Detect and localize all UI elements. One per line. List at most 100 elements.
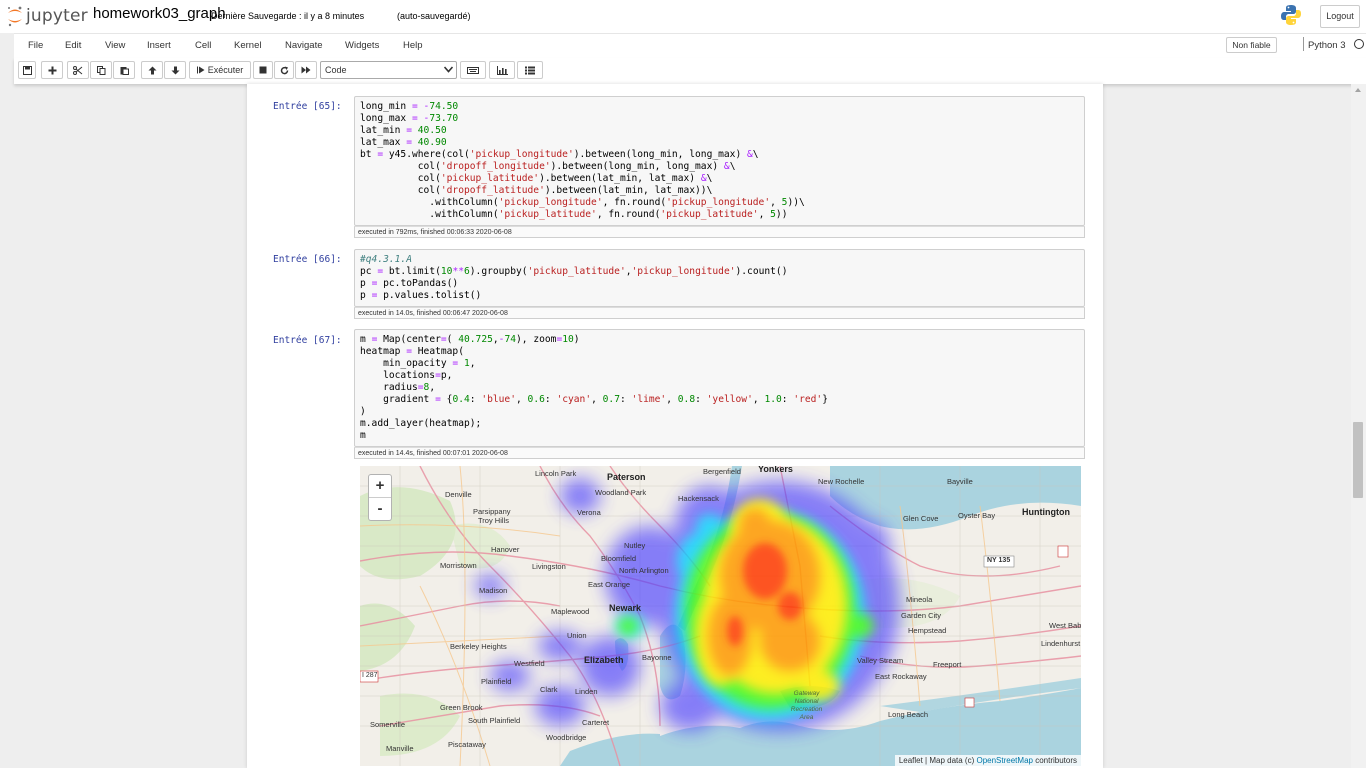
copy-button[interactable] <box>90 61 112 79</box>
autosave-status: (auto-sauvegardé) <box>397 11 471 21</box>
checkpoint-status: Dernière Sauvegarde : il y a 8 minutes <box>211 11 365 21</box>
map-label: Morristown <box>440 561 477 570</box>
menu-cell[interactable]: Cell <box>195 40 211 51</box>
map-label: Carteret <box>582 718 610 727</box>
map-label: Garden City <box>901 611 942 620</box>
map-label: Livingston <box>532 562 566 571</box>
jupyter-logo[interactable]: jupyter <box>6 4 88 28</box>
stop-icon <box>259 66 267 74</box>
insert-cell-button[interactable] <box>41 61 63 79</box>
zoom-in-button[interactable]: + <box>369 475 391 498</box>
map-label: Piscataway <box>448 740 486 749</box>
kernel-name: Python 3 <box>1308 40 1346 51</box>
menu-file[interactable]: File <box>28 40 43 51</box>
map-label: West Bab <box>1049 621 1081 630</box>
jupyter-logo-text: jupyter <box>26 6 88 26</box>
keyboard-icon <box>467 66 479 74</box>
map-label: Bayonne <box>642 653 672 662</box>
execution-time: executed in 14.4s, finished 00:07:01 202… <box>354 447 1085 459</box>
map-label: Westfield <box>514 659 545 668</box>
map-label: Plainfield <box>481 677 512 686</box>
arrow-down-icon <box>171 66 179 74</box>
map-label: East Orange <box>588 580 631 589</box>
kernel-separator <box>1303 37 1304 51</box>
map-label: Huntington <box>1022 507 1070 517</box>
attribution-text: Leaflet | Map data (c) <box>898 756 977 765</box>
save-icon <box>22 65 32 75</box>
save-button[interactable] <box>18 61 36 79</box>
menu-edit[interactable]: Edit <box>65 40 81 51</box>
restart-button[interactable] <box>274 61 294 79</box>
map-label: Woodland Park <box>595 488 647 497</box>
scroll-up-icon[interactable] <box>1355 88 1361 92</box>
map-label: Somerville <box>370 720 406 729</box>
move-up-button[interactable] <box>141 61 163 79</box>
map-label: Elizabeth <box>584 655 624 665</box>
menu-widgets[interactable]: Widgets <box>345 40 379 51</box>
map-label: Valley Stream <box>857 656 904 665</box>
map-label: Gateway National Recreation Area <box>790 690 823 721</box>
map-label: South Plainfield <box>468 716 521 725</box>
jupyter-logo-icon <box>8 6 22 27</box>
restart-run-all-button[interactable] <box>295 61 317 79</box>
map-label: Oyster Bay <box>958 511 996 520</box>
map-label: Yonkers <box>758 466 793 474</box>
map-widget[interactable]: Lincoln Park Paterson Bergenfield Yonker… <box>360 466 1081 766</box>
scissors-icon <box>73 65 83 75</box>
map-label: Hempstead <box>908 626 947 635</box>
map-label: Hanover <box>491 545 520 554</box>
chart-button[interactable] <box>489 61 515 79</box>
map-label: New Rochelle <box>818 477 865 486</box>
map-label: Woodbridge <box>546 733 587 742</box>
menu-help[interactable]: Help <box>403 40 423 51</box>
map-label: Mineola <box>906 595 933 604</box>
menu-insert[interactable]: Insert <box>147 40 171 51</box>
code-editor[interactable]: long_min = -74.50 long_max = -73.70 lat_… <box>354 96 1085 226</box>
menu-navigate[interactable]: Navigate <box>285 40 323 51</box>
map-label: Paterson <box>607 472 646 482</box>
move-down-button[interactable] <box>164 61 186 79</box>
cell-prompt: Entrée [66]: <box>273 254 342 265</box>
paste-button[interactable] <box>113 61 135 79</box>
highway-shield-label: NY 135 <box>987 557 1011 564</box>
cell-type-select[interactable]: Code <box>320 61 457 79</box>
map-label: Bergenfield <box>703 467 741 476</box>
attribution-suffix: contributors <box>1032 756 1077 765</box>
code-editor[interactable]: #q4.3.1.A pc = bt.limit(10**6).groupby('… <box>354 249 1085 307</box>
logout-button[interactable]: Logout <box>1320 5 1360 28</box>
chevron-down-icon <box>444 66 453 73</box>
cell-prompt: Entrée [67]: <box>273 335 342 346</box>
kernel-idle-icon <box>1354 39 1364 49</box>
map-label: Hackensack <box>678 494 719 503</box>
fast-forward-icon <box>301 66 311 74</box>
zoom-out-button[interactable]: - <box>369 498 391 520</box>
trust-indicator[interactable]: Non fiable <box>1226 37 1277 53</box>
interrupt-button[interactable] <box>253 61 273 79</box>
command-palette-button[interactable] <box>460 61 486 79</box>
map-label: Berkeley Heights <box>450 642 507 651</box>
map-label: Linden <box>575 687 598 696</box>
map-label: Green Brook <box>440 703 483 712</box>
map-label: Bayville <box>947 477 973 486</box>
map-label: East Rockaway <box>875 672 927 681</box>
toc-button[interactable] <box>517 61 543 79</box>
map-label: Manville <box>386 744 414 753</box>
menu-kernel[interactable]: Kernel <box>234 40 261 51</box>
map-label: Denville <box>445 490 472 499</box>
page-scrollbar[interactable] <box>1351 84 1366 768</box>
python-logo-icon <box>1281 5 1301 25</box>
highway-shield-label: I 287 <box>362 672 378 679</box>
code-editor[interactable]: m = Map(center=( 40.725,-74), zoom=10) h… <box>354 329 1085 447</box>
map-label: Clark <box>540 685 558 694</box>
menu-view[interactable]: View <box>105 40 125 51</box>
run-button[interactable]: Exécuter <box>189 61 251 79</box>
cell-prompt: Entrée [65]: <box>273 101 342 112</box>
notebook-name[interactable]: homework03_graph <box>93 5 226 22</box>
cut-button[interactable] <box>67 61 89 79</box>
scrollbar-thumb[interactable] <box>1353 422 1363 498</box>
toolbar: Exécuter Code <box>14 58 1366 84</box>
notebook-container: Entrée [65]: long_min = -74.50 long_max … <box>247 84 1103 768</box>
map-label: Verona <box>577 508 601 517</box>
map-label: Parsippany <box>473 507 511 516</box>
osm-link[interactable]: OpenStreetMap <box>976 756 1032 765</box>
